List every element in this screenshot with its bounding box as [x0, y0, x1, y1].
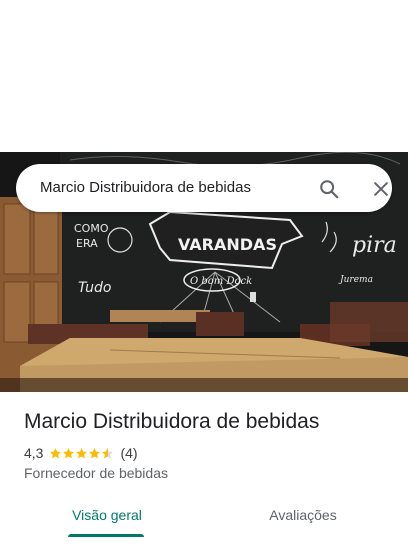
svg-text:O bom Dock: O bom Dock	[190, 276, 252, 287]
svg-text:VARANDAS: VARANDAS	[178, 235, 277, 254]
close-icon[interactable]	[368, 176, 394, 202]
rating-value: 4,3	[24, 445, 44, 461]
search-bar[interactable]: Marcio Distribuidora de bebidas	[16, 164, 392, 212]
svg-text:Tudo: Tudo	[78, 280, 111, 296]
review-count[interactable]: (4)	[120, 445, 137, 461]
active-tab-indicator	[68, 534, 144, 537]
svg-text:Jurema: Jurema	[338, 275, 373, 285]
star-half-icon	[102, 447, 114, 458]
star-full-icon	[50, 447, 62, 458]
tab-overview[interactable]: Visão geral	[36, 494, 178, 536]
star-full-icon	[63, 447, 75, 458]
star-full-icon	[89, 447, 101, 458]
tab-reviews[interactable]: Avaliações	[232, 494, 374, 536]
map-blank-area	[0, 0, 408, 152]
place-title: Marcio Distribuidora de bebidas	[24, 410, 320, 433]
svg-text:COMO: COMO	[74, 222, 109, 235]
svg-text:ERA: ERA	[76, 237, 98, 250]
place-tabs: Visão geral Avaliações	[0, 494, 408, 537]
rating-row[interactable]: 4,3 (4)	[24, 444, 138, 462]
place-category: Fornecedor de bebidas	[24, 465, 168, 481]
search-icon[interactable]	[316, 176, 342, 202]
svg-text:pira: pira	[352, 233, 397, 258]
search-input[interactable]: Marcio Distribuidora de bebidas	[40, 179, 251, 196]
rating-stars	[49, 447, 114, 460]
star-full-icon	[76, 447, 88, 458]
